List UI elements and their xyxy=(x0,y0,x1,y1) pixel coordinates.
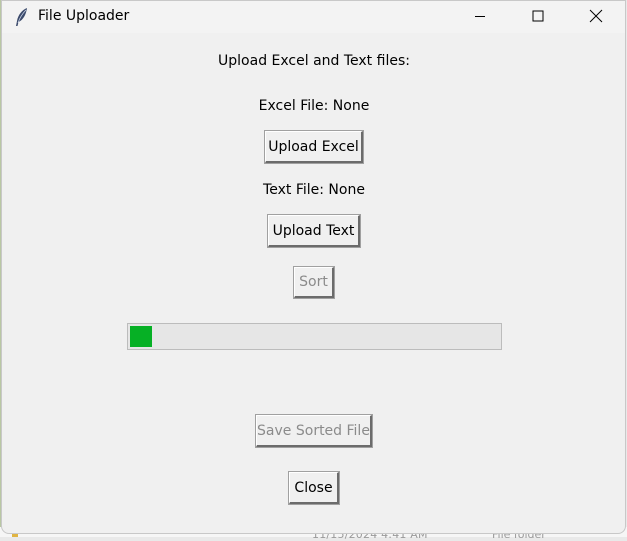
upload-excel-button[interactable]: Upload Excel xyxy=(264,130,364,164)
feather-icon xyxy=(16,8,27,26)
title-bar[interactable]: File Uploader xyxy=(2,1,625,33)
instructions-heading: Upload Excel and Text files: xyxy=(218,53,410,69)
text-file-label: Text File: None xyxy=(263,182,365,198)
excel-file-label: Excel File: None xyxy=(258,98,370,114)
progress-bar-fill xyxy=(130,326,152,347)
upload-text-button[interactable]: Upload Text xyxy=(267,214,361,248)
maximize-icon xyxy=(532,10,544,22)
window-title: File Uploader xyxy=(38,8,130,24)
close-icon xyxy=(589,9,603,23)
close-window-button[interactable] xyxy=(573,1,619,31)
sort-button[interactable]: Sort xyxy=(293,266,335,299)
close-button[interactable]: Close xyxy=(288,471,340,505)
file-uploader-window: File Uploader Upload Excel and Text file… xyxy=(1,0,626,534)
minimize-button[interactable] xyxy=(457,1,503,31)
minimize-icon xyxy=(475,16,485,17)
save-sorted-file-button[interactable]: Save Sorted File xyxy=(255,414,373,448)
maximize-button[interactable] xyxy=(515,1,561,31)
progress-bar xyxy=(127,323,502,350)
